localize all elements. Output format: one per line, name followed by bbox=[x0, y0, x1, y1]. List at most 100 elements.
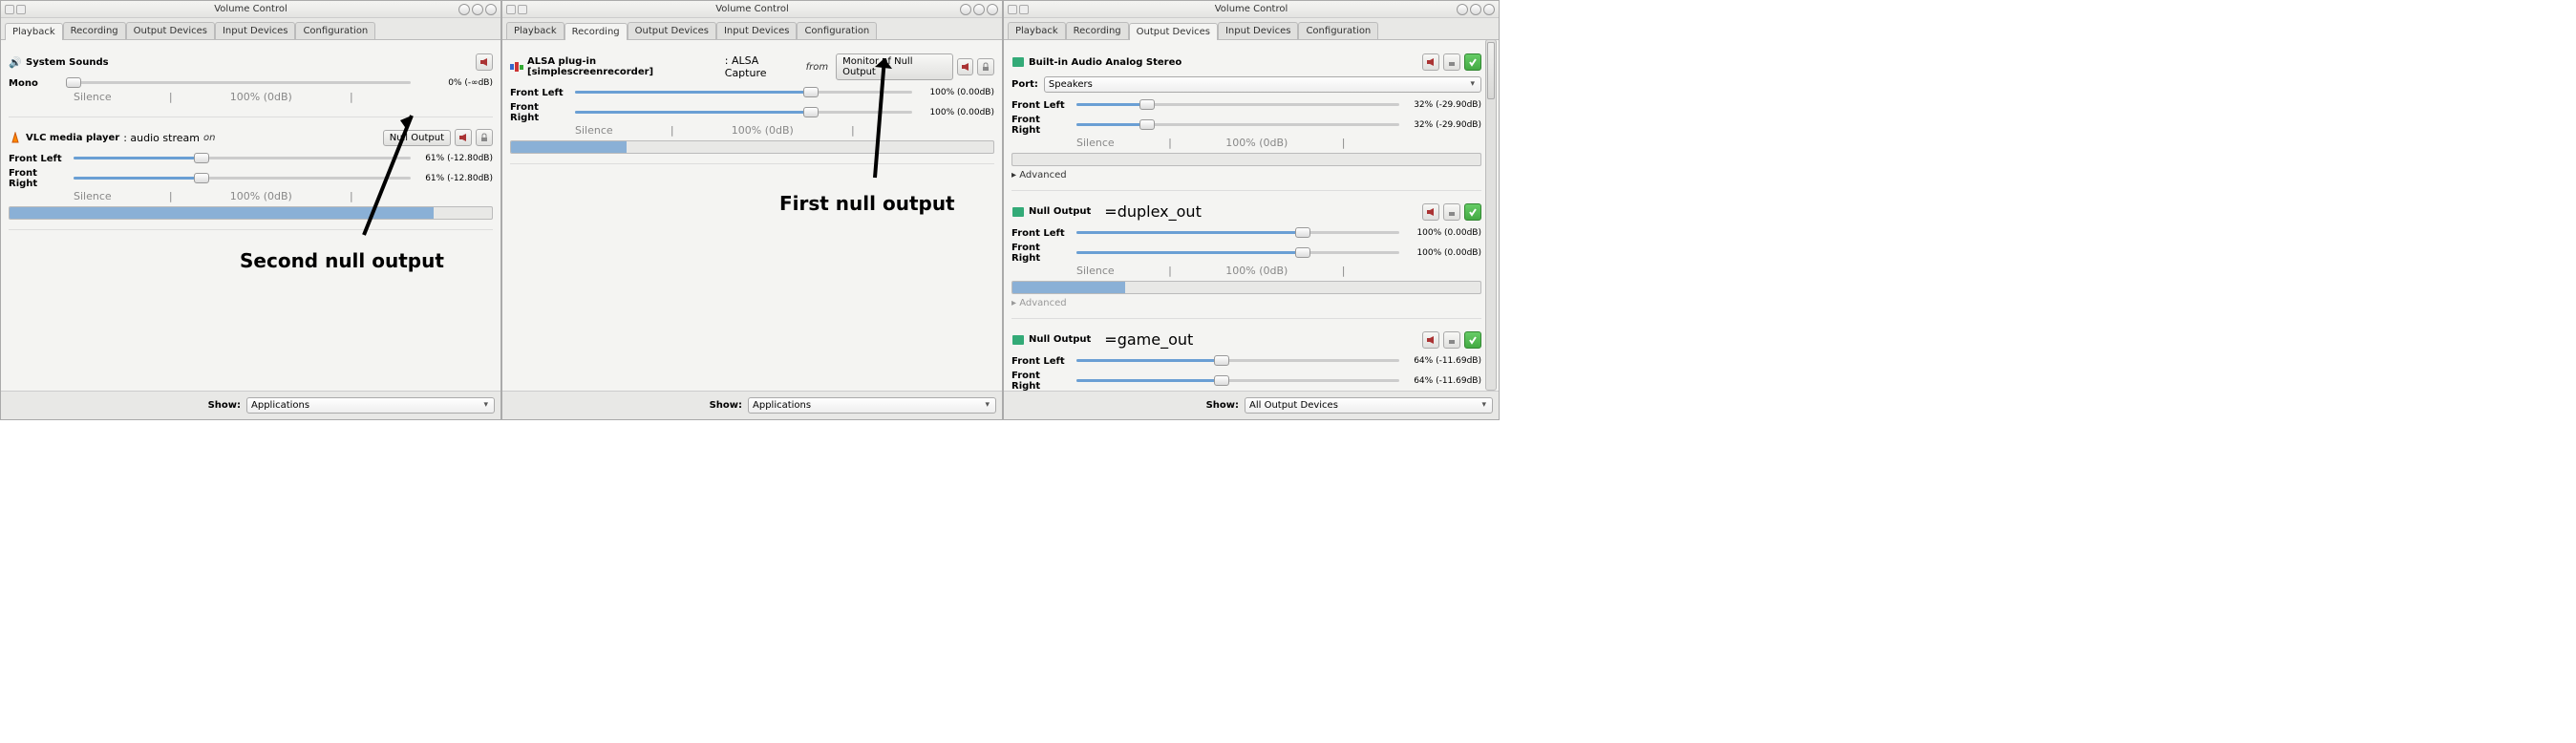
tab-recording[interactable]: Recording bbox=[564, 23, 628, 40]
volume-slider[interactable] bbox=[74, 152, 411, 165]
volume-slider[interactable] bbox=[1076, 226, 1399, 240]
mute-button[interactable] bbox=[1422, 53, 1439, 71]
slider-ruler: Silence|100% (0dB)| bbox=[1076, 137, 1399, 149]
window-controls[interactable] bbox=[458, 4, 497, 15]
device-alias: =duplex_out bbox=[1104, 202, 1202, 221]
tab-recording[interactable]: Recording bbox=[63, 22, 126, 39]
window-controls[interactable] bbox=[960, 4, 998, 15]
channel-mono: Mono 0% (-∞dB) bbox=[9, 76, 493, 90]
lock-channels-button[interactable] bbox=[1443, 53, 1460, 71]
vu-meter bbox=[9, 206, 493, 220]
tab-playback[interactable]: Playback bbox=[5, 23, 63, 40]
channel-value: 0% (-∞dB) bbox=[416, 78, 493, 88]
mute-button[interactable] bbox=[455, 129, 472, 146]
window-menu-icons bbox=[1008, 5, 1029, 14]
minimize-icon[interactable] bbox=[1457, 4, 1468, 15]
device-alias: =game_out bbox=[1104, 330, 1193, 349]
tab-output-devices[interactable]: Output Devices bbox=[1129, 23, 1218, 40]
tab-output-devices[interactable]: Output Devices bbox=[126, 22, 215, 39]
maximize-icon[interactable] bbox=[472, 4, 483, 15]
close-icon[interactable] bbox=[485, 4, 497, 15]
show-dropdown[interactable]: All Output Devices bbox=[1245, 397, 1493, 414]
tab-configuration[interactable]: Configuration bbox=[295, 22, 375, 39]
volume-slider[interactable] bbox=[74, 172, 411, 185]
minimize-icon[interactable] bbox=[960, 4, 971, 15]
mute-button[interactable] bbox=[1422, 203, 1439, 221]
volume-slider[interactable] bbox=[1076, 354, 1399, 368]
close-icon[interactable] bbox=[987, 4, 998, 15]
recording-content: ALSA plug-in [simplescreenrecorder] : AL… bbox=[502, 40, 1002, 391]
titlebar[interactable]: Volume Control bbox=[502, 1, 1002, 18]
set-default-button[interactable] bbox=[1464, 203, 1481, 221]
slider-ruler: Silence|100% (0dB)| bbox=[74, 190, 411, 202]
tab-playback[interactable]: Playback bbox=[1008, 22, 1066, 39]
alsa-icon bbox=[510, 60, 523, 74]
show-dropdown[interactable]: Applications bbox=[246, 397, 495, 414]
port-dropdown[interactable]: Speakers bbox=[1044, 76, 1481, 93]
tab-configuration[interactable]: Configuration bbox=[797, 22, 877, 39]
volume-slider[interactable] bbox=[575, 106, 912, 119]
channel-label: Mono bbox=[9, 78, 68, 89]
volume-slider[interactable] bbox=[1076, 374, 1399, 388]
volume-slider[interactable] bbox=[1076, 246, 1399, 260]
tab-recording[interactable]: Recording bbox=[1066, 22, 1129, 39]
sound-card-icon bbox=[1011, 205, 1025, 219]
tab-bar: Playback Recording Output Devices Input … bbox=[502, 18, 1002, 40]
lock-channels-button[interactable] bbox=[476, 129, 493, 146]
slider-ruler: Silence|100% (0dB)| bbox=[575, 124, 912, 137]
mute-button[interactable] bbox=[957, 58, 974, 75]
mute-button[interactable] bbox=[1422, 331, 1439, 349]
advanced-toggle[interactable]: Advanced bbox=[1011, 298, 1481, 308]
channel-front-right: Front Right 32% (-29.90dB) bbox=[1011, 115, 1481, 136]
scrollbar-thumb[interactable] bbox=[1487, 42, 1495, 99]
lock-channels-button[interactable] bbox=[1443, 203, 1460, 221]
lock-channels-button[interactable] bbox=[977, 58, 994, 75]
channel-label: Front Left bbox=[1011, 228, 1071, 239]
set-default-button[interactable] bbox=[1464, 53, 1481, 71]
vu-meter bbox=[510, 140, 994, 154]
volume-slider[interactable] bbox=[74, 76, 411, 90]
close-icon[interactable] bbox=[1483, 4, 1495, 15]
slider-ruler: Silence|100% (0dB)| bbox=[74, 91, 411, 103]
tab-input-devices[interactable]: Input Devices bbox=[1218, 22, 1298, 39]
set-default-button[interactable] bbox=[1464, 331, 1481, 349]
vu-meter bbox=[1011, 153, 1481, 166]
vu-meter bbox=[1011, 281, 1481, 294]
channel-front-right: Front Right 64% (-11.69dB) bbox=[1011, 371, 1481, 391]
show-filter: Show: Applications bbox=[502, 391, 1002, 419]
window-title: Volume Control bbox=[715, 4, 789, 14]
window-title: Volume Control bbox=[1215, 4, 1288, 14]
tab-input-devices[interactable]: Input Devices bbox=[215, 22, 295, 39]
titlebar[interactable]: Volume Control bbox=[1004, 1, 1499, 18]
port-row: Port: Speakers bbox=[1011, 76, 1481, 93]
show-label: Show: bbox=[208, 400, 241, 411]
channel-label: Front Left bbox=[9, 154, 68, 164]
sound-card-icon bbox=[1011, 333, 1025, 347]
maximize-icon[interactable] bbox=[1470, 4, 1481, 15]
titlebar[interactable]: Volume Control bbox=[1, 1, 500, 18]
volume-slider[interactable] bbox=[1076, 98, 1399, 112]
tab-input-devices[interactable]: Input Devices bbox=[716, 22, 797, 39]
maximize-icon[interactable] bbox=[973, 4, 985, 15]
volume-slider[interactable] bbox=[575, 86, 912, 99]
channel-front-right: Front Right 61% (-12.80dB) bbox=[9, 168, 493, 189]
device-name: Null Output bbox=[1029, 206, 1091, 217]
tab-playback[interactable]: Playback bbox=[506, 22, 564, 39]
channel-value: 32% (-29.90dB) bbox=[1405, 100, 1481, 110]
scrollbar[interactable] bbox=[1485, 39, 1497, 391]
lock-channels-button[interactable] bbox=[1443, 331, 1460, 349]
device-null-duplex: Null Output =duplex_out Front Left 100% … bbox=[1011, 197, 1481, 319]
tab-configuration[interactable]: Configuration bbox=[1298, 22, 1378, 39]
route-dropdown[interactable]: Monitor of Null Output bbox=[836, 53, 953, 80]
tab-output-devices[interactable]: Output Devices bbox=[628, 22, 716, 39]
volume-slider[interactable] bbox=[1076, 118, 1399, 132]
channel-label: Front Right bbox=[1011, 243, 1071, 264]
window-controls[interactable] bbox=[1457, 4, 1495, 15]
channel-front-left: Front Left 32% (-29.90dB) bbox=[1011, 98, 1481, 112]
route-dropdown[interactable]: Null Output bbox=[383, 130, 451, 146]
minimize-icon[interactable] bbox=[458, 4, 470, 15]
show-dropdown[interactable]: Applications bbox=[748, 397, 996, 414]
advanced-toggle[interactable]: Advanced bbox=[1011, 170, 1481, 180]
device-builtin-audio: Built-in Audio Analog Stereo Port: Speak… bbox=[1011, 48, 1481, 191]
mute-button[interactable] bbox=[476, 53, 493, 71]
